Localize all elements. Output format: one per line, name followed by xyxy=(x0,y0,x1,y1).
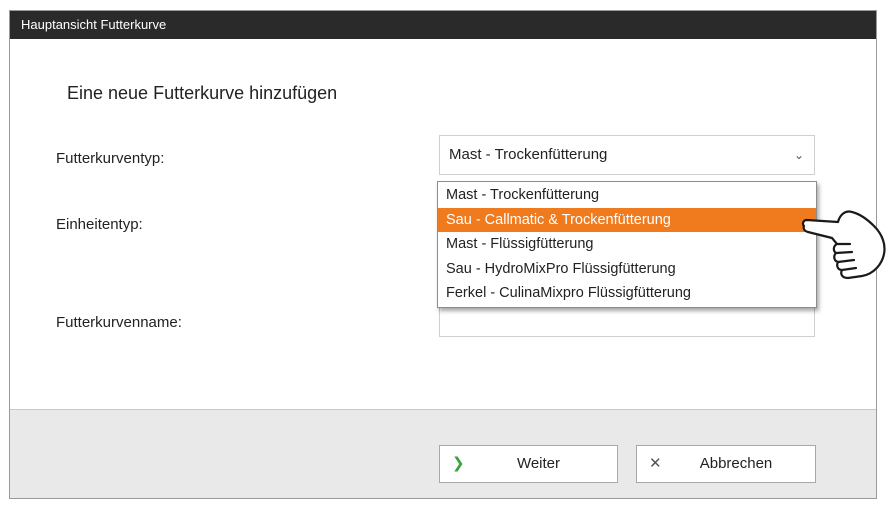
feed-curve-type-select[interactable]: Mast - Trockenfütterung ⌄ xyxy=(439,135,815,175)
feed-curve-type-label: Futterkurventyp: xyxy=(56,150,165,167)
feed-curve-name-input[interactable] xyxy=(439,305,815,337)
window-title: Hauptansicht Futterkurve xyxy=(10,11,876,39)
next-button[interactable]: ❯ Weiter xyxy=(439,445,618,483)
chevron-down-icon[interactable]: ⌄ xyxy=(794,136,804,174)
cancel-button-label: Abbrechen xyxy=(699,455,773,472)
cancel-button[interactable]: ✕ Abbrechen xyxy=(636,445,816,483)
dropdown-option[interactable]: Sau - HydroMixPro Flüssigfütterung xyxy=(438,257,816,282)
dropdown-option-highlighted[interactable]: Sau - Callmatic & Trockenfütterung xyxy=(438,207,816,233)
pointing-hand-icon xyxy=(801,210,886,280)
feed-curve-name-label: Futterkurvenname: xyxy=(56,314,182,331)
unit-type-label: Einheitentyp: xyxy=(56,216,143,233)
dialog-footer: ❯ Weiter ✕ Abbrechen xyxy=(10,409,876,498)
dropdown-option[interactable]: Mast - Flüssigfütterung xyxy=(438,232,816,257)
dropdown-option[interactable]: Ferkel - CulinaMixpro Flüssigfütterung xyxy=(438,281,816,306)
dropdown-option[interactable]: Mast - Trockenfütterung xyxy=(438,183,816,208)
feed-curve-type-dropdown: Mast - Trockenfütterung Sau - Callmatic … xyxy=(437,181,817,308)
next-button-label: Weiter xyxy=(516,455,561,472)
select-value: Mast - Trockenfütterung xyxy=(449,146,608,163)
page-title: Eine neue Futterkurve hinzufügen xyxy=(67,83,338,103)
dialog-window: Hauptansicht Futterkurve Eine neue Futte… xyxy=(9,10,877,499)
